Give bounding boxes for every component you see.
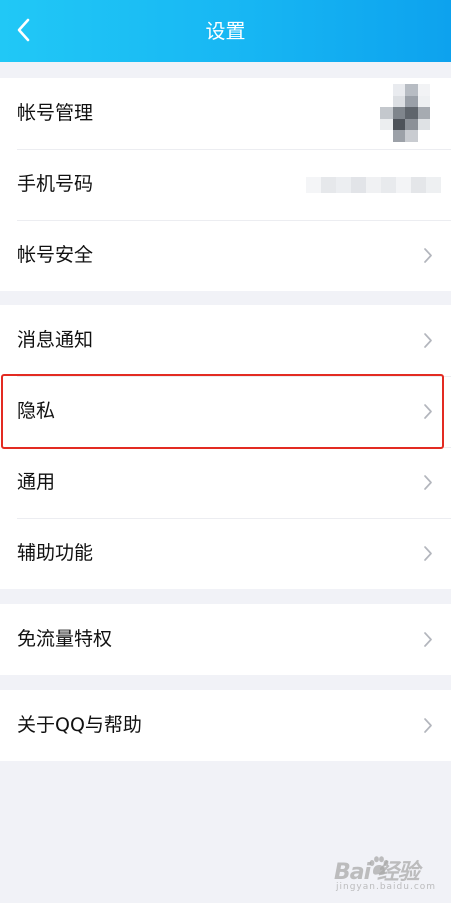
settings-item-label: 关于QQ与帮助 — [17, 714, 142, 736]
settings-item-accessibility[interactable]: 辅助功能 — [0, 518, 451, 589]
settings-item-account-management[interactable]: 帐号管理 — [0, 78, 451, 149]
settings-item-general[interactable]: 通用 — [0, 447, 451, 518]
settings-item-label: 手机号码 — [17, 173, 94, 195]
chevron-right-icon — [423, 332, 433, 349]
settings-item-label: 帐号管理 — [17, 102, 94, 124]
chevron-right-icon — [423, 717, 433, 734]
settings-item-label: 隐私 — [17, 400, 56, 422]
paw-icon — [369, 856, 389, 875]
title-bar: 设置 — [0, 0, 451, 62]
settings-item-label: 辅助功能 — [17, 542, 94, 564]
chevron-right-icon — [423, 631, 433, 648]
data-privilege-group: 免流量特权 — [0, 604, 451, 675]
chevron-right-icon — [423, 247, 433, 264]
watermark-subtext: jingyan.baidu.com — [336, 882, 437, 892]
masked-phone-number — [306, 177, 441, 193]
chevron-right-icon — [423, 403, 433, 420]
settings-item-label: 免流量特权 — [17, 628, 113, 650]
watermark-logo: Bai 经验 jingyan.baidu.com — [334, 852, 442, 896]
settings-item-label: 通用 — [17, 471, 56, 493]
page-title: 设置 — [205, 19, 246, 43]
account-group: 帐号管理 手机号码 帐号安全 — [0, 78, 451, 291]
chevron-right-icon — [423, 474, 433, 491]
settings-item-label: 帐号安全 — [17, 244, 94, 266]
settings-item-about-and-help[interactable]: 关于QQ与帮助 — [0, 690, 451, 761]
chevron-right-icon — [423, 545, 433, 562]
settings-item-account-security[interactable]: 帐号安全 — [0, 220, 451, 291]
about-group: 关于QQ与帮助 — [0, 690, 451, 761]
settings-item-notifications[interactable]: 消息通知 — [0, 305, 451, 376]
settings-item-phone-number[interactable]: 手机号码 — [0, 149, 451, 220]
settings-item-label: 消息通知 — [17, 329, 94, 351]
settings-item-free-data-privilege[interactable]: 免流量特权 — [0, 604, 451, 675]
settings-item-privacy[interactable]: 隐私 — [0, 376, 451, 447]
general-group: 消息通知 隐私 通用 辅助功能 — [0, 305, 451, 589]
avatar[interactable] — [380, 84, 430, 142]
